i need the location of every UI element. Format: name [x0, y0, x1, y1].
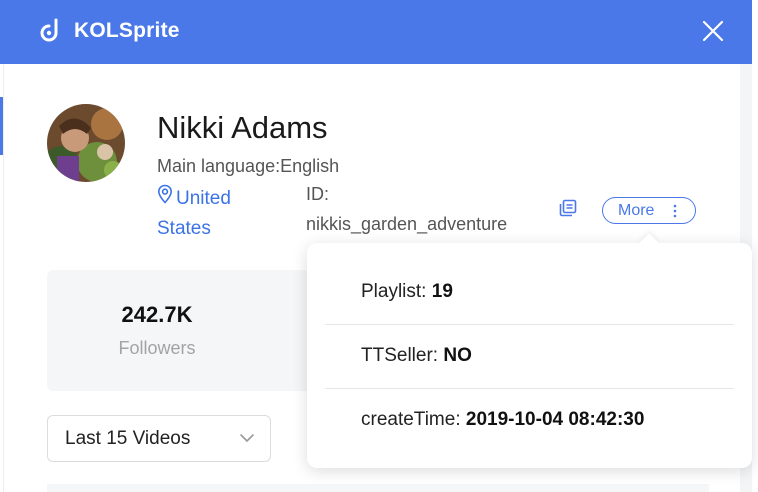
ttseller-label: TTSeller: [361, 345, 444, 366]
id-label: ID: [306, 184, 330, 204]
popover-arrow [639, 233, 659, 253]
profile-name: Nikki Adams [157, 110, 328, 145]
id-value: nikkis_garden_adventure [306, 214, 508, 234]
close-icon[interactable] [700, 18, 726, 44]
popover-row-createtime: createTime: 2019-10-04 08:42:30 [325, 389, 734, 453]
location-line1: United [176, 188, 231, 209]
location-line2: States [157, 218, 211, 239]
followers-count: 242.7K [121, 302, 193, 327]
outer-margin [752, 0, 758, 492]
video-range-value: Last 15 Videos [65, 428, 191, 449]
ttseller-value: NO [443, 345, 472, 366]
main-language: Main language:English [157, 156, 340, 176]
vertical-dots-icon [673, 204, 677, 218]
more-popover: Playlist: 19 TTSeller: NO createTime: 20… [307, 233, 752, 468]
playlist-label: Playlist: [361, 281, 432, 302]
location-link[interactable]: United States [157, 184, 276, 244]
followers-label: Followers [118, 338, 196, 358]
location-pin-icon [157, 184, 173, 204]
more-button[interactable]: More [602, 197, 696, 224]
createtime-value: 2019-10-04 08:42:30 [465, 409, 645, 430]
video-range-select[interactable]: Last 15 Videos [47, 415, 271, 462]
copy-icon[interactable] [558, 198, 578, 218]
more-button-label: More [618, 202, 655, 219]
createtime-label: createTime: [361, 409, 466, 430]
panel-left-border [3, 64, 4, 492]
app-title: KOLSprite [74, 19, 180, 42]
playlist-value: 19 [431, 281, 453, 302]
chevron-down-icon [240, 434, 254, 442]
side-tab-indicator [0, 97, 3, 155]
avatar [47, 104, 125, 182]
stats-card: 242.7K Followers [47, 270, 337, 391]
content-card-top [47, 484, 709, 492]
popover-row-ttseller: TTSeller: NO [325, 325, 734, 389]
kolsprite-logo-icon [40, 18, 58, 42]
app-header: KOLSprite [0, 0, 752, 64]
popover-row-playlist: Playlist: 19 [325, 261, 734, 325]
